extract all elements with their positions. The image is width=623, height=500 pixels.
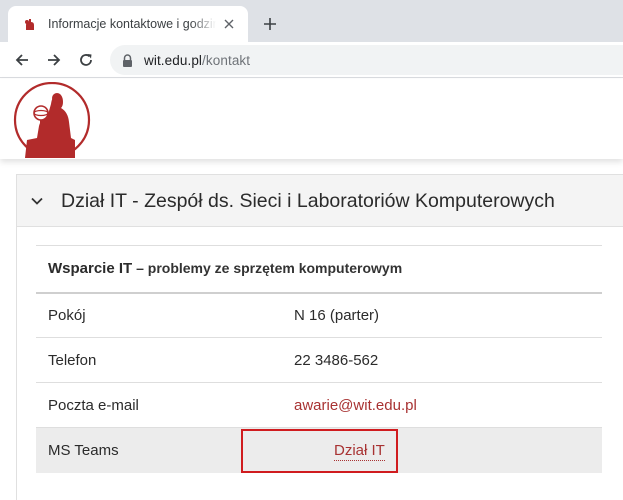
email-link[interactable]: awarie@wit.edu.pl bbox=[294, 397, 417, 414]
url-host: wit.edu.pl bbox=[144, 52, 203, 68]
tab-title: Informacje kontaktowe i godziny bbox=[48, 17, 216, 31]
lock-icon[interactable] bbox=[120, 53, 134, 67]
reload-icon[interactable] bbox=[74, 48, 98, 72]
browser-tabstrip: Informacje kontaktowe i godziny bbox=[0, 0, 623, 42]
subheading-rest: – problemy ze sprzętem komputerowym bbox=[132, 260, 403, 277]
row-value-cell: Dział IT bbox=[282, 427, 602, 473]
url-text: wit.edu.pl/kontakt bbox=[144, 53, 250, 68]
site-header bbox=[0, 79, 623, 159]
forward-arrow-icon[interactable] bbox=[42, 48, 66, 72]
address-bar[interactable]: wit.edu.pl/kontakt bbox=[110, 45, 623, 75]
chevron-down-icon[interactable] bbox=[30, 194, 44, 208]
row-value: N 16 (parter) bbox=[282, 292, 602, 338]
contact-table: Wsparcie IT – problemy ze sprzętem kompu… bbox=[36, 245, 602, 473]
row-label: MS Teams bbox=[36, 427, 282, 473]
new-tab-plus-icon[interactable] bbox=[258, 12, 282, 36]
accordion-panel: Dział IT - Zespół ds. Sieci i Laboratori… bbox=[16, 174, 623, 500]
row-label: Poczta e-mail bbox=[36, 382, 282, 428]
row-value-cell: awarie@wit.edu.pl bbox=[282, 382, 602, 428]
table-row-email: Poczta e-mail awarie@wit.edu.pl bbox=[36, 382, 602, 428]
table-subheading: Wsparcie IT – problemy ze sprzętem kompu… bbox=[36, 245, 602, 294]
back-arrow-icon[interactable] bbox=[10, 48, 34, 72]
university-favicon-icon bbox=[22, 16, 38, 32]
close-icon[interactable] bbox=[220, 15, 238, 33]
table-row-room: Pokój N 16 (parter) bbox=[36, 292, 602, 338]
section-title: Dział IT - Zespół ds. Sieci i Laboratori… bbox=[61, 190, 555, 212]
table-row-teams: MS Teams Dział IT bbox=[36, 427, 602, 473]
table-header-row: Wsparcie IT – problemy ze sprzętem kompu… bbox=[36, 245, 602, 294]
table-row-phone: Telefon 22 3486-562 bbox=[36, 337, 602, 383]
accordion-header[interactable]: Dział IT - Zespół ds. Sieci i Laboratori… bbox=[17, 175, 623, 227]
url-path: /kontakt bbox=[202, 52, 251, 68]
browser-tab[interactable]: Informacje kontaktowe i godziny bbox=[8, 6, 248, 42]
ms-teams-link[interactable]: Dział IT bbox=[334, 441, 385, 461]
university-logo-icon[interactable] bbox=[11, 81, 93, 159]
row-value: 22 3486-562 bbox=[282, 337, 602, 383]
row-label: Pokój bbox=[36, 292, 282, 338]
subheading-strong: Wsparcie IT bbox=[48, 260, 133, 278]
page-content: Dział IT - Zespół ds. Sieci i Laboratori… bbox=[0, 159, 623, 500]
row-label: Telefon bbox=[36, 337, 282, 383]
browser-toolbar: wit.edu.pl/kontakt bbox=[0, 42, 623, 78]
